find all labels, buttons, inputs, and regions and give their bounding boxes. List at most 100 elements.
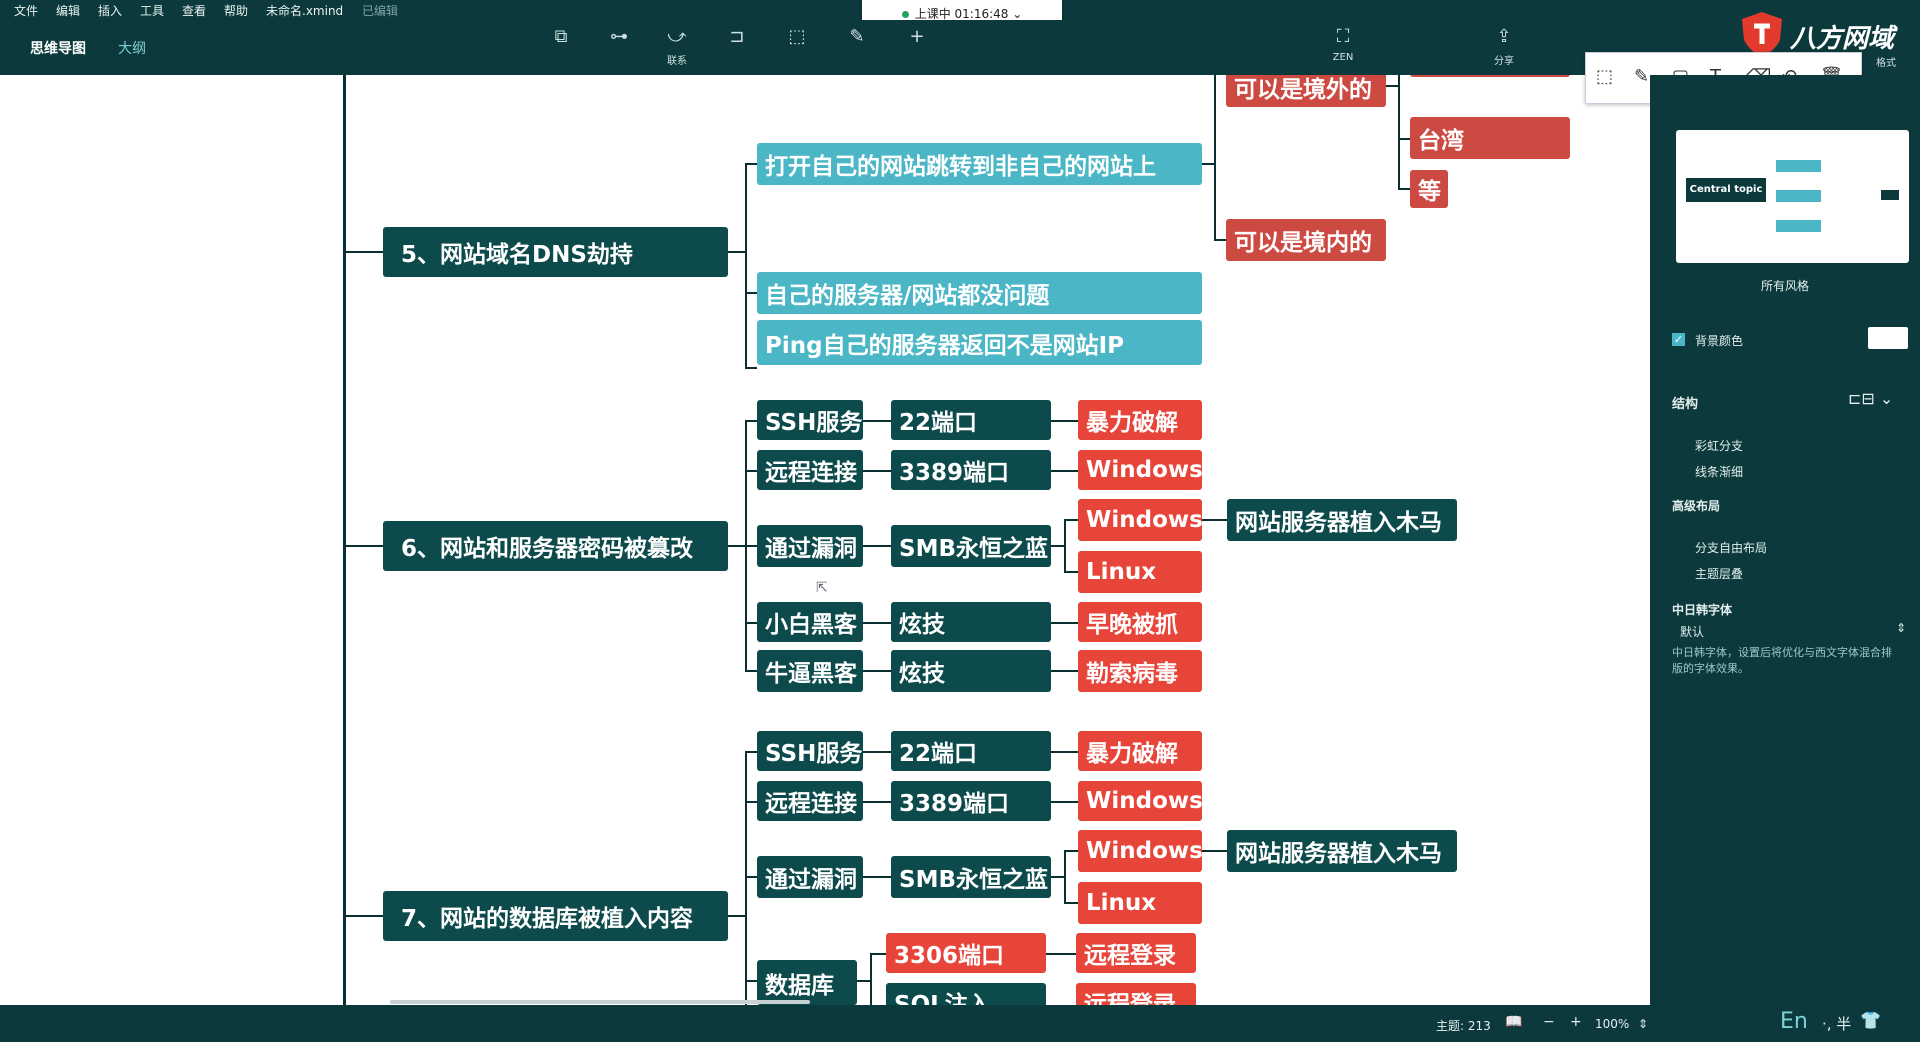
mindmap-canvas[interactable]: 5、网站域名DNS劫持 打开自己的网站跳转到非自己的网站上 自己的服务器/网站都… <box>0 75 1650 1005</box>
zen-mode-icon[interactable]: ⛶ <box>1332 26 1354 48</box>
topic-bruteforce[interactable]: 暴力破解 <box>1078 400 1202 440</box>
topic-trojan[interactable]: 网站服务器植入木马 <box>1227 499 1457 541</box>
topic-branch5[interactable]: 5、网站域名DNS劫持 <box>383 227 728 277</box>
book-icon[interactable]: 📖 <box>1505 1014 1522 1030</box>
menu-help[interactable]: 帮助 <box>224 2 248 19</box>
pen-icon[interactable]: ✎ <box>1634 66 1649 87</box>
topic-showoff[interactable]: 炫技 <box>891 602 1051 642</box>
topic-vuln[interactable]: 通过漏洞 <box>757 525 863 567</box>
connector <box>745 545 757 547</box>
connector <box>1398 138 1410 140</box>
connector <box>863 751 891 753</box>
bg-color-swatch[interactable] <box>1868 327 1908 349</box>
connector <box>745 801 757 803</box>
subtopic-icon[interactable]: ⊶ <box>608 26 630 48</box>
topic-windows[interactable]: Windows <box>1078 781 1202 821</box>
structure-icon[interactable]: ⊏⊟ ⌄ <box>1848 389 1893 408</box>
menu-file[interactable]: 文件 <box>14 2 38 19</box>
topic-branch6[interactable]: 6、网站和服务器密码被篡改 <box>383 521 728 571</box>
summary-icon[interactable]: ⊐ <box>726 26 748 48</box>
insert-icon[interactable]: + <box>906 26 928 48</box>
topic-ping-result[interactable]: Ping自己的服务器返回不是网站IP <box>757 320 1202 365</box>
style-thumbnail[interactable]: Central topic <box>1676 130 1909 263</box>
note-icon[interactable]: ✎ <box>846 26 868 48</box>
topic-icon[interactable]: ⧉ <box>550 26 572 48</box>
menu-tools[interactable]: 工具 <box>140 2 164 19</box>
topic-linux[interactable]: Linux <box>1078 882 1202 924</box>
topic-remote[interactable]: 远程连接 <box>757 781 863 821</box>
menu-edit[interactable]: 编辑 <box>56 2 80 19</box>
topic-port22[interactable]: 22端口 <box>891 731 1051 771</box>
topic-hidden[interactable] <box>1410 75 1570 77</box>
topic-ssh[interactable]: SSH服务 <box>757 400 863 440</box>
topic-sql-injection[interactable]: SQL注入 <box>886 983 1046 1005</box>
free-layout-label[interactable]: 分支自由布局 <box>1695 539 1767 556</box>
topic-port3306[interactable]: 3306端口 <box>886 933 1046 973</box>
zoom-out-icon[interactable]: − <box>1543 1014 1555 1030</box>
select-arrows-icon[interactable]: ⇕ <box>1896 621 1906 635</box>
topic-redirect[interactable]: 打开自己的网站跳转到非自己的网站上 <box>757 143 1202 185</box>
topic-windows[interactable]: Windows <box>1078 450 1202 490</box>
topic-branch7[interactable]: 7、网站的数据库被植入内容 <box>383 891 728 941</box>
connector <box>863 622 891 624</box>
topic-windows[interactable]: Windows <box>1078 830 1202 872</box>
connector <box>745 470 757 472</box>
topic-ransomware[interactable]: 勒索病毒 <box>1078 650 1202 692</box>
horizontal-scrollbar[interactable] <box>390 1000 810 1004</box>
topic-remote[interactable]: 远程连接 <box>757 450 863 490</box>
select-icon[interactable]: ⬚ <box>1596 66 1613 87</box>
all-styles-label[interactable]: 所有风格 <box>1650 277 1920 294</box>
recording-dot-icon <box>901 11 909 18</box>
ime-indicator[interactable]: En <box>1780 1009 1808 1034</box>
topic-abroad[interactable]: 可以是境外的 <box>1226 75 1386 107</box>
topic-ssh[interactable]: SSH服务 <box>757 731 863 771</box>
menu-view[interactable]: 查看 <box>182 2 206 19</box>
topic-port3389[interactable]: 3389端口 <box>891 781 1051 821</box>
topic-novice[interactable]: 小白黑客 <box>757 602 863 642</box>
topic-showoff[interactable]: 炫技 <box>891 650 1051 692</box>
topic-trojan[interactable]: 网站服务器植入木马 <box>1227 830 1457 872</box>
connector <box>1051 420 1078 422</box>
topic-taiwan[interactable]: 台湾 <box>1410 117 1570 159</box>
checkbox-icon[interactable]: ✓ <box>1672 333 1685 346</box>
connector <box>745 420 757 422</box>
relationship-label: 联系 <box>667 56 687 67</box>
topic-bruteforce[interactable]: 暴力破解 <box>1078 731 1202 771</box>
topic-port22[interactable]: 22端口 <box>891 400 1051 440</box>
tab-outline[interactable]: 大纲 <box>118 38 146 58</box>
line-taper-label[interactable]: 线条渐细 <box>1695 463 1743 480</box>
topic-caught[interactable]: 早晚被抓 <box>1078 602 1202 642</box>
connector <box>863 420 891 422</box>
topic-linux[interactable]: Linux <box>1078 551 1202 593</box>
topic-port3389[interactable]: 3389端口 <box>891 450 1051 490</box>
connector <box>343 251 383 253</box>
ime-punct-icon[interactable]: ·, 半 <box>1822 1013 1851 1034</box>
connector <box>745 163 757 165</box>
topic-smb[interactable]: SMB永恒之蓝 <box>891 856 1051 898</box>
share-icon[interactable]: ⇪ <box>1493 26 1515 48</box>
topic-etc[interactable]: 等 <box>1410 170 1448 208</box>
boundary-icon[interactable]: ⬚ <box>786 26 808 48</box>
topic-database[interactable]: 数据库 <box>757 960 857 1005</box>
tab-mindmap[interactable]: 思维导图 <box>30 38 86 58</box>
zoom-arrows-icon[interactable]: ⇕ <box>1638 1017 1648 1031</box>
topic-overlap-label[interactable]: 主题层叠 <box>1695 565 1743 582</box>
structure-label: 结构 <box>1672 397 1699 412</box>
thumbnail-node <box>1881 190 1899 200</box>
relationship-icon[interactable]: ⤻ <box>666 26 688 48</box>
cjk-font-select[interactable]: 默认 <box>1680 623 1704 640</box>
menu-insert[interactable]: 插入 <box>98 2 122 19</box>
topic-remote-login[interactable]: 远程登录 <box>1076 983 1196 1005</box>
topic-windows[interactable]: Windows <box>1078 499 1202 541</box>
topic-pro-hacker[interactable]: 牛逼黑客 <box>757 650 863 692</box>
connector <box>1202 850 1227 852</box>
zoom-in-icon[interactable]: + <box>1570 1014 1582 1030</box>
topic-vuln[interactable]: 通过漏洞 <box>757 856 863 898</box>
topic-remote-login[interactable]: 远程登录 <box>1076 933 1196 973</box>
topic-server-ok[interactable]: 自己的服务器/网站都没问题 <box>757 272 1202 314</box>
shirt-icon[interactable]: 👕 <box>1860 1011 1881 1031</box>
topic-domestic[interactable]: 可以是境内的 <box>1226 219 1386 261</box>
topic-smb[interactable]: SMB永恒之蓝 <box>891 525 1051 567</box>
rainbow-branch-label[interactable]: 彩虹分支 <box>1695 437 1743 454</box>
connector <box>745 163 747 369</box>
